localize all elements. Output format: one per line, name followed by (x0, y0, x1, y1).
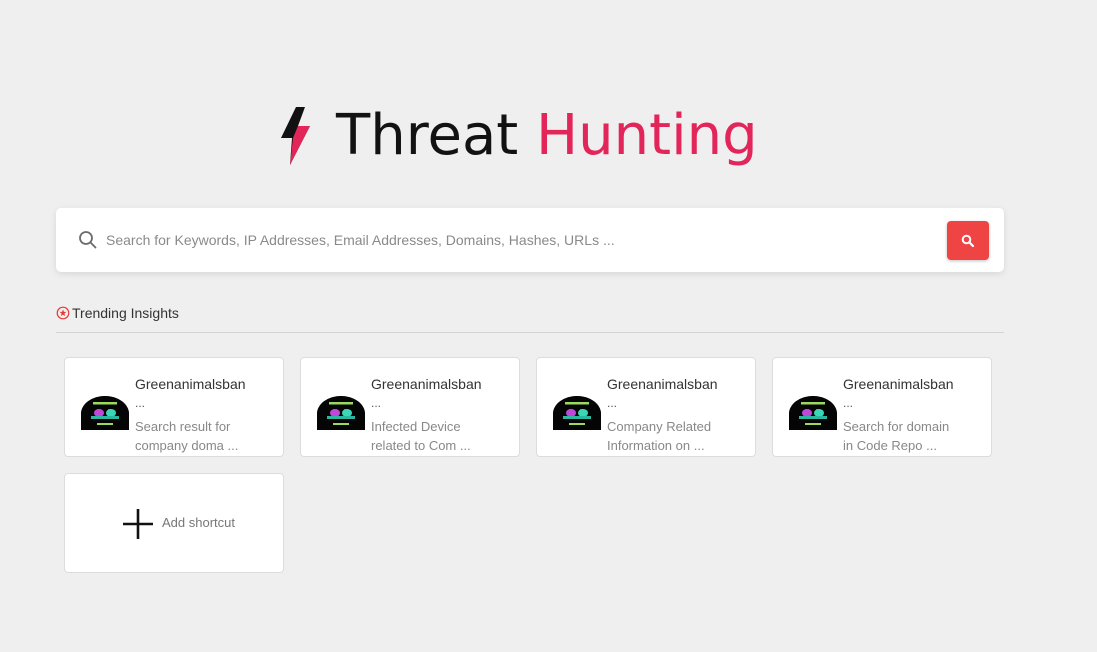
card-title: Greenanimalsban (135, 376, 246, 392)
insight-card-4[interactable]: Greenanimalsban ... Search for domain in… (772, 357, 992, 457)
add-shortcut-label: Add shortcut (162, 515, 235, 530)
oppressive-things-logo (789, 396, 837, 430)
card-title-ellipsis: ... (607, 396, 618, 410)
trending-insights-header: Trending Insights (56, 304, 179, 322)
star-circle-icon (56, 306, 70, 320)
lightning-bolt-icon (281, 107, 310, 165)
card-title-ellipsis: ... (843, 396, 854, 410)
card-title-ellipsis: ... (135, 396, 146, 410)
card-title: Greenanimalsban (371, 376, 482, 392)
card-description-line: related to Com ... (371, 438, 471, 453)
card-description-line: Search result for (135, 419, 231, 434)
page-title-part2: Hunting (536, 103, 758, 168)
card-description-line: company doma ... (135, 438, 239, 453)
card-description-line: Information on ... (607, 438, 705, 453)
card-description-line: Infected Device (371, 419, 461, 434)
card-title-ellipsis: ... (371, 396, 382, 410)
oppressive-things-logo (317, 396, 365, 430)
card-title: Greenanimalsban (843, 376, 954, 392)
app-logo: Threat Hunting (279, 100, 758, 172)
search-button-icon (961, 234, 975, 247)
page-title: Threat Hunting (336, 100, 758, 172)
insight-card-3[interactable]: Greenanimalsban ... Company Related Info… (536, 357, 756, 457)
plus-icon (123, 509, 153, 539)
card-description-line: Search for domain (843, 419, 950, 434)
search-button[interactable] (947, 221, 989, 260)
page-title-part1: Threat (336, 103, 519, 168)
add-shortcut-button[interactable]: Add shortcut (64, 473, 284, 573)
insight-card-1[interactable]: Greenanimalsban ... Search result for co… (64, 357, 284, 457)
card-description: Company Related Information on ... (607, 417, 747, 455)
card-description: Search for domain in Code Repo ... (843, 417, 983, 455)
search-input[interactable] (106, 226, 926, 254)
card-description: Infected Device related to Com ... (371, 417, 511, 455)
card-description: Search result for company doma ... (135, 417, 275, 455)
oppressive-things-logo (553, 396, 601, 430)
card-description-line: in Code Repo ... (843, 438, 937, 453)
trending-insights-label: Trending Insights (72, 305, 179, 321)
section-divider (56, 332, 1004, 333)
search-icon (79, 231, 97, 249)
oppressive-things-logo (81, 396, 129, 430)
insight-card-2[interactable]: Greenanimalsban ... Infected Device rela… (300, 357, 520, 457)
card-title: Greenanimalsban (607, 376, 718, 392)
card-description-line: Company Related (607, 419, 712, 434)
